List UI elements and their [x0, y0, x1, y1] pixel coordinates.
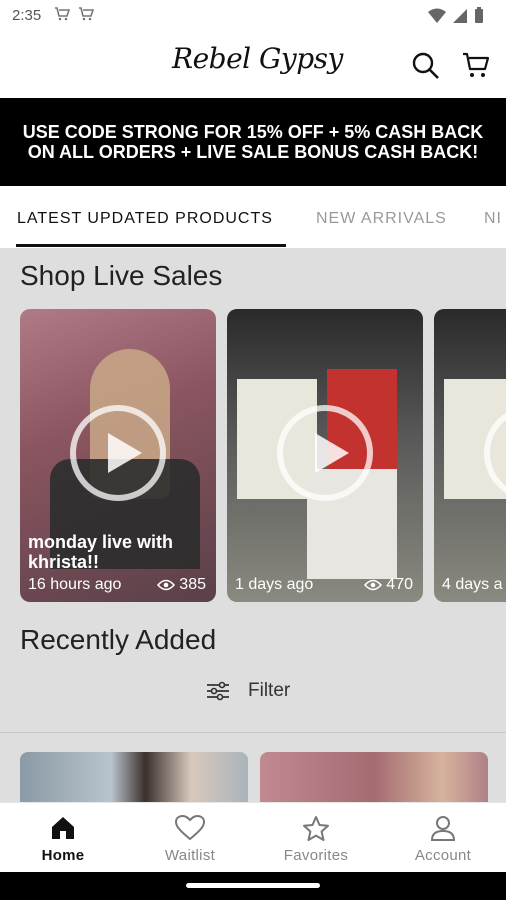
tab-latest-updated-products[interactable]: LATEST UPDATED PRODUCTS [17, 210, 273, 228]
live-sale-card[interactable]: 1 days ago 470 [227, 309, 423, 602]
nav-label: Waitlist [164, 847, 216, 864]
nav-favorites[interactable]: Favorites [253, 803, 379, 873]
views-count: 385 [179, 576, 206, 593]
home-gesture-handle[interactable] [186, 883, 320, 888]
section-divider [0, 732, 506, 733]
status-bar: 2:35 [0, 0, 506, 32]
card-time: 1 days ago [235, 576, 314, 593]
nav-label: Favorites [283, 847, 349, 864]
card-title: monday live with khrista!! [28, 532, 174, 572]
heart-icon [175, 815, 205, 841]
brand-logo[interactable]: Rebel Gypsy [172, 42, 343, 75]
nav-waitlist[interactable]: Waitlist [127, 803, 253, 873]
wifi-icon [428, 8, 446, 23]
search-icon[interactable] [410, 50, 440, 80]
promo-banner[interactable]: USE CODE STRONG FOR 15% OFF + 5% CASH BA… [0, 98, 506, 186]
filter-icon [207, 681, 229, 701]
nav-account[interactable]: Account [380, 803, 506, 873]
play-icon[interactable] [70, 405, 166, 501]
views-count: 470 [386, 576, 413, 593]
cart-icon[interactable] [461, 50, 491, 80]
section-title-recently-added: Recently Added [20, 624, 217, 655]
card-views: 385 [157, 576, 206, 594]
person-icon [430, 816, 456, 841]
cart-notification-icon [55, 7, 70, 21]
nav-home[interactable]: Home [0, 803, 126, 873]
category-tabs: LATEST UPDATED PRODUCTS NEW ARRIVALS NI [0, 186, 506, 248]
cart-notification-icon [79, 7, 94, 21]
live-sale-card[interactable]: 4 days a [434, 309, 506, 602]
section-title-live-sales: Shop Live Sales [20, 260, 223, 291]
main-content[interactable]: Shop Live Sales monday live with khrista… [0, 248, 506, 802]
product-card[interactable] [20, 752, 248, 802]
battery-icon [475, 7, 483, 23]
product-card[interactable] [260, 752, 488, 802]
promo-text: USE CODE STRONG FOR 15% OFF + 5% CASH BA… [22, 122, 484, 162]
nav-label: Home [41, 847, 85, 864]
signal-icon [453, 8, 467, 23]
status-time: 2:35 [12, 7, 42, 24]
nav-label: Account [414, 847, 472, 864]
app-header: Rebel Gypsy [0, 32, 506, 98]
play-icon[interactable] [277, 405, 373, 501]
system-navigation-bar [0, 872, 506, 900]
tab-partial[interactable]: NI [484, 210, 502, 228]
bottom-navigation: Home Waitlist Favorites Account [0, 802, 506, 873]
card-time: 16 hours ago [28, 576, 122, 593]
card-time: 4 days a [442, 576, 503, 593]
star-icon [303, 816, 329, 841]
eye-icon [364, 579, 383, 591]
active-tab-indicator [16, 244, 286, 247]
filter-label: Filter [248, 680, 291, 701]
filter-button[interactable]: Filter [206, 680, 290, 702]
home-icon [52, 817, 74, 839]
eye-icon [157, 579, 176, 591]
card-views: 470 [364, 576, 413, 594]
live-sale-card[interactable]: monday live with khrista!! 16 hours ago … [20, 309, 216, 602]
tab-new-arrivals[interactable]: NEW ARRIVALS [316, 210, 447, 228]
